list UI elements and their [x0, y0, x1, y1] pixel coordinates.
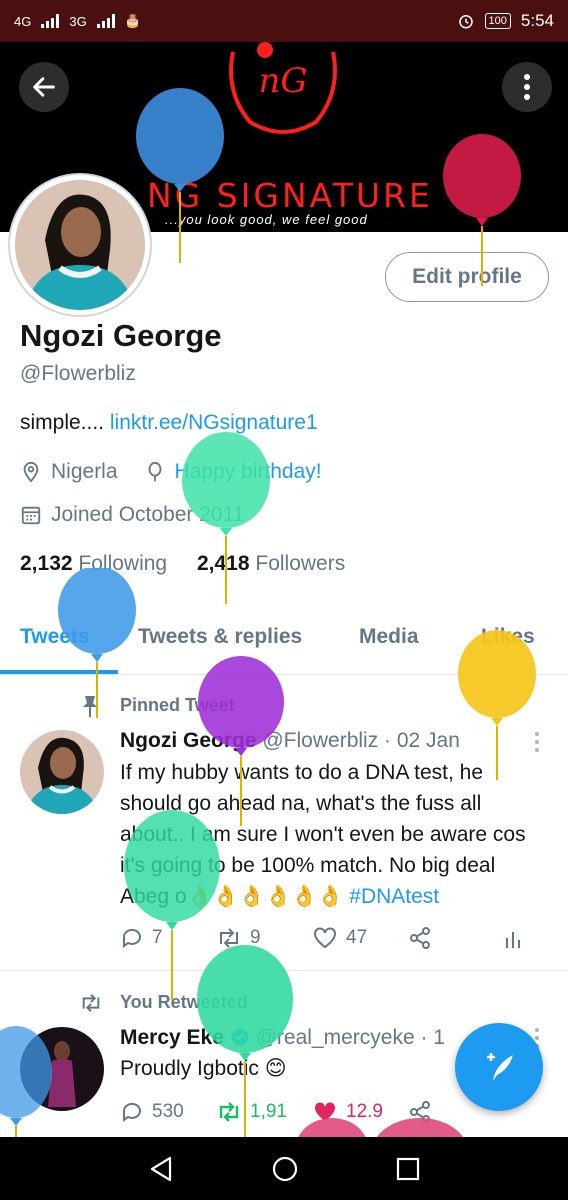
share-button[interactable] [408, 1100, 432, 1124]
avatar-image [20, 1027, 104, 1111]
heart-icon [314, 1102, 336, 1121]
tweet-header: Ngozi George @Flowerbliz · 02 Jan [120, 729, 460, 753]
tweet-header: Mercy Eke @real_mercyeke · 1 [120, 1026, 445, 1050]
retweet-button[interactable]: 9 [216, 926, 312, 950]
hashtag-link[interactable]: #DNAtest [349, 885, 439, 908]
more-options-button[interactable] [502, 62, 552, 112]
reply-icon [122, 928, 141, 948]
nav-back-icon[interactable] [148, 1155, 174, 1183]
bio-text: simple.... [20, 411, 110, 434]
like-count: 47 [346, 927, 368, 948]
brand-tagline: ...you look good, we feel good [165, 212, 368, 227]
tab-media[interactable]: Media [359, 625, 419, 649]
svg-text:nG: nG [258, 61, 307, 101]
share-button[interactable] [408, 926, 504, 950]
brand-name: NG SIGNATURE [147, 176, 433, 215]
analytics-icon [506, 932, 520, 948]
balloon-icon [148, 461, 161, 482]
nav-recents-icon[interactable] [396, 1157, 420, 1181]
heart-icon [314, 927, 336, 949]
tweet-overflow-menu[interactable] [533, 732, 541, 756]
battery-icon: 100 [484, 13, 511, 29]
profile-meta-row: Nigerla Happy birthday! [20, 460, 322, 484]
profile-tabs: Tweets Tweets & replies Media Likes [0, 615, 568, 675]
retweet-button[interactable]: 1,91 [216, 1100, 312, 1124]
pin-icon [83, 696, 97, 717]
joined-row: Joined October 2011 [20, 503, 244, 527]
followers-label: Followers [255, 552, 346, 575]
clock: 5:54 [520, 11, 554, 30]
followers-link[interactable]: 2,418 Followers [197, 552, 345, 575]
tweet-author-name[interactable]: Ngozi George [120, 729, 257, 752]
reply-icon [122, 1102, 141, 1122]
joined-date: Joined October 2011 [51, 503, 245, 526]
like-button[interactable]: 47 [312, 926, 408, 950]
back-button[interactable] [19, 62, 69, 112]
profile-bio: simple.... linktr.ee/NGsignature1 [20, 411, 318, 435]
retweeted-label: You Retweeted [120, 992, 248, 1012]
verified-badge-icon [231, 1028, 249, 1046]
avatar-image [15, 180, 145, 310]
tweet-author-name[interactable]: Mercy Eke [120, 1026, 224, 1049]
vertical-dots-icon [524, 74, 530, 100]
tab-likes[interactable]: Likes [481, 625, 535, 649]
tab-tweets[interactable]: Tweets [20, 625, 90, 649]
like-button[interactable]: 12.9 [312, 1100, 408, 1124]
nav-home-icon[interactable] [271, 1155, 299, 1183]
share-icon [410, 1101, 430, 1123]
like-count: 12.9 [346, 1101, 383, 1122]
avatar-image [20, 730, 104, 814]
network-indicator-2: 3G [69, 13, 87, 29]
compose-feather-icon [487, 1053, 513, 1081]
reply-count: 530 [152, 1101, 184, 1122]
followers-count: 2,418 [196, 552, 250, 575]
analytics-button[interactable] [504, 926, 522, 950]
retweet-count: 9 [250, 927, 261, 948]
user-handle: @Flowerbliz [20, 362, 136, 385]
edit-profile-button[interactable]: Edit profile [385, 252, 549, 302]
profile-avatar[interactable] [10, 175, 150, 315]
signal-icon [41, 14, 60, 28]
tweet-handle-date: @real_mercyeke · 1 [255, 1026, 445, 1049]
bio-link[interactable]: linktr.ee/NGsignature1 [110, 411, 318, 434]
alarm-icon [458, 15, 473, 29]
retweet-count: 1,91 [250, 1101, 287, 1122]
following-link[interactable]: 2,132 Following [20, 552, 167, 575]
signal-icon-2 [96, 14, 115, 28]
reply-button[interactable]: 530 [120, 1100, 216, 1124]
tweet-author-avatar[interactable] [20, 1027, 104, 1111]
compose-tweet-button[interactable] [455, 1023, 543, 1111]
status-bar: 4G 3G 🎂 100 5:54 [0, 0, 568, 42]
retweet-icon [219, 1102, 239, 1122]
network-indicator-1: 4G [14, 13, 32, 29]
follow-stats: 2,132 Following 2,418 Followers [20, 552, 345, 576]
retweet-icon [220, 928, 238, 948]
reply-count: 7 [152, 927, 163, 948]
tweet-text: If my hubby wants to do a DNA test, he s… [120, 757, 530, 912]
calendar-icon [21, 506, 41, 525]
tweet-actions: 530 1,91 12.9 [120, 1100, 432, 1124]
tweet-handle-date: @Flowerbliz · 02 Jan [262, 729, 460, 752]
tab-tweets-replies[interactable]: Tweets & replies [138, 625, 302, 649]
tweet-divider [0, 970, 568, 971]
retweet-icon [82, 994, 100, 1012]
birthday-cake-icon: 🎂 [124, 13, 141, 28]
location-pin-icon [23, 461, 39, 483]
location: Nigerla [51, 460, 118, 483]
tweet-author-avatar[interactable] [20, 730, 104, 814]
share-icon [410, 927, 430, 949]
arrow-left-icon [33, 77, 55, 97]
tweet-body: If my hubby wants to do a DNA test, he s… [120, 761, 526, 908]
tweet-actions: 7 9 47 [120, 926, 522, 950]
brand-logo: nG [229, 42, 337, 134]
following-label: Following [78, 552, 168, 575]
following-count: 2,132 [20, 552, 73, 575]
pinned-tweet-label: Pinned Tweet [120, 695, 235, 715]
reply-button[interactable]: 7 [120, 926, 216, 950]
display-name: Ngozi George [20, 318, 222, 353]
system-nav-bar [0, 1137, 568, 1200]
birthday-link[interactable]: Happy birthday! [175, 460, 322, 484]
active-tab-indicator [0, 670, 118, 674]
